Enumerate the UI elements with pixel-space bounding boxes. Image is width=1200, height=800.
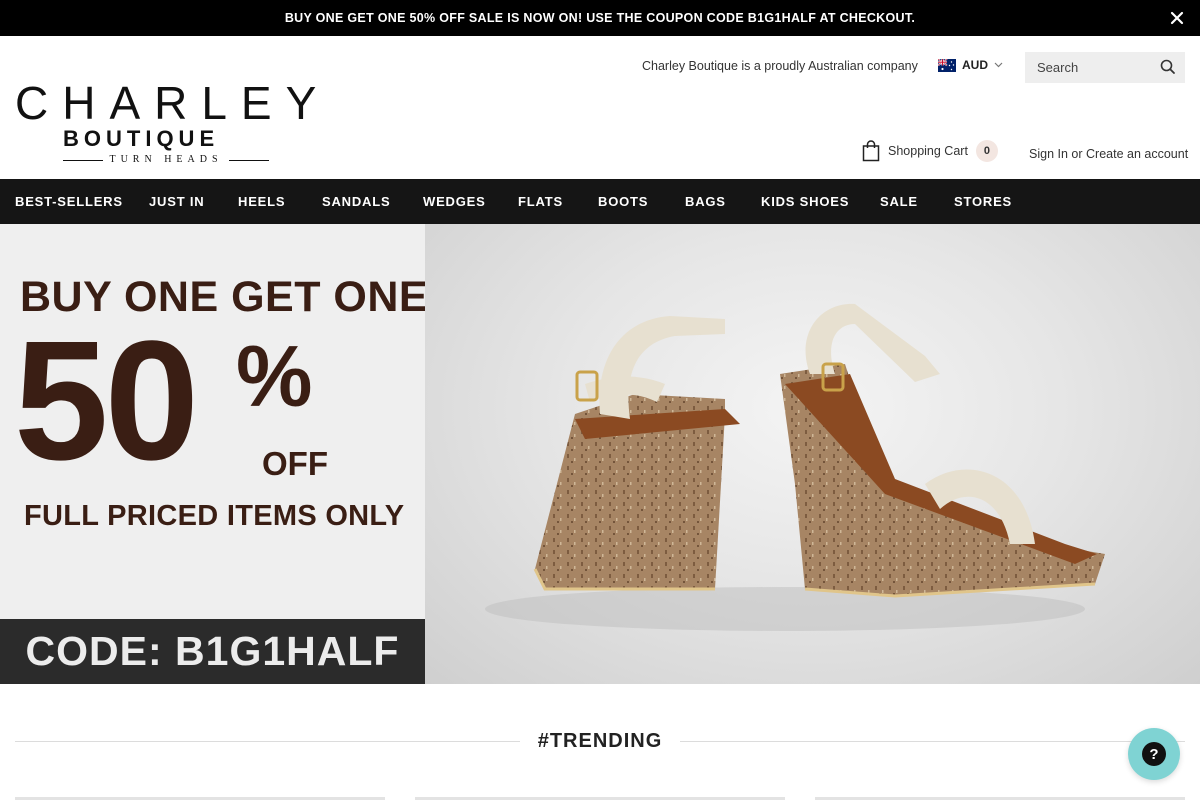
trending-section-header: #TRENDING [15, 728, 1185, 754]
create-account-link[interactable]: Create an account [1086, 147, 1188, 161]
nav-item-bags[interactable]: BAGS [685, 179, 726, 224]
search-box [1025, 52, 1185, 83]
company-tagline: Charley Boutique is a proudly Australian… [642, 59, 918, 73]
logo-sub-text: BOUTIQUE [63, 126, 220, 151]
hero-banner[interactable]: BUY ONE GET ONE 50 % OFF FULL PRICED ITE… [0, 224, 1200, 684]
nav-item-sandals[interactable]: SANDALS [322, 179, 390, 224]
account-or-text: or [1071, 147, 1083, 161]
nav-item-kids-shoes[interactable]: KIDS SHOES [761, 179, 849, 224]
currency-selector[interactable]: AUD [938, 58, 1003, 72]
australia-flag-icon [938, 58, 956, 72]
nav-item-just-in[interactable]: JUST IN [149, 179, 204, 224]
logo-tagline: TURN HEADS [109, 154, 223, 165]
site-header: CHARLEY BOUTIQUE TURN HEADS Charley Bout… [0, 36, 1200, 179]
help-chat-icon: ? [1142, 742, 1166, 766]
close-announcement-button[interactable] [1166, 7, 1188, 29]
logo-rule-right [228, 159, 269, 161]
nav-item-wedges[interactable]: WEDGES [423, 179, 486, 224]
search-input[interactable] [1025, 52, 1145, 83]
hero-condition-text: FULL PRICED ITEMS ONLY [24, 500, 405, 532]
wedge-sandals-illustration [485, 303, 1105, 631]
hero-discount-number: 50 [14, 306, 199, 496]
currency-code: AUD [962, 58, 988, 72]
shopping-bag-icon [862, 140, 880, 162]
search-icon [1160, 59, 1175, 74]
nav-item-sale[interactable]: SALE [880, 179, 918, 224]
hero-coupon-code: CODE: B1G1HALF [25, 628, 400, 674]
hero-promo-panel: BUY ONE GET ONE 50 % OFF FULL PRICED ITE… [0, 224, 428, 619]
nav-item-flats[interactable]: FLATS [518, 179, 563, 224]
help-chat-button[interactable]: ? [1128, 728, 1180, 780]
hero-percent-sign: % [236, 329, 313, 425]
close-icon [1170, 11, 1184, 25]
account-links: Sign In or Create an account [1029, 147, 1188, 161]
nav-item-stores[interactable]: STORES [954, 179, 1012, 224]
shopping-cart-link[interactable]: Shopping Cart 0 [862, 140, 998, 162]
sign-in-link[interactable]: Sign In [1029, 147, 1068, 161]
nav-item-best-sellers[interactable]: BEST-SELLERS [15, 179, 123, 224]
divider-right [680, 741, 1185, 742]
nav-item-boots[interactable]: BOOTS [598, 179, 648, 224]
main-nav: BEST-SELLERS JUST IN HEELS SANDALS WEDGE… [0, 179, 1200, 224]
announcement-bar: BUY ONE GET ONE 50% OFF SALE IS NOW ON! … [0, 0, 1200, 36]
site-logo[interactable]: CHARLEY BOUTIQUE TURN HEADS [15, 80, 317, 166]
cart-count-badge: 0 [975, 140, 998, 162]
cart-label: Shopping Cart [888, 144, 968, 158]
logo-tagline-row: TURN HEADS [63, 154, 269, 166]
hero-code-bar: CODE: B1G1HALF [0, 619, 425, 684]
announcement-text: BUY ONE GET ONE 50% OFF SALE IS NOW ON! … [284, 11, 916, 25]
hero-off-text: OFF [262, 445, 328, 482]
logo-main-text: CHARLEY [15, 77, 331, 129]
nav-item-heels[interactable]: HEELS [238, 179, 285, 224]
hero-product-image [425, 224, 1200, 684]
chevron-down-icon [994, 62, 1003, 68]
logo-rule-left [63, 159, 104, 161]
search-button[interactable] [1159, 58, 1177, 76]
